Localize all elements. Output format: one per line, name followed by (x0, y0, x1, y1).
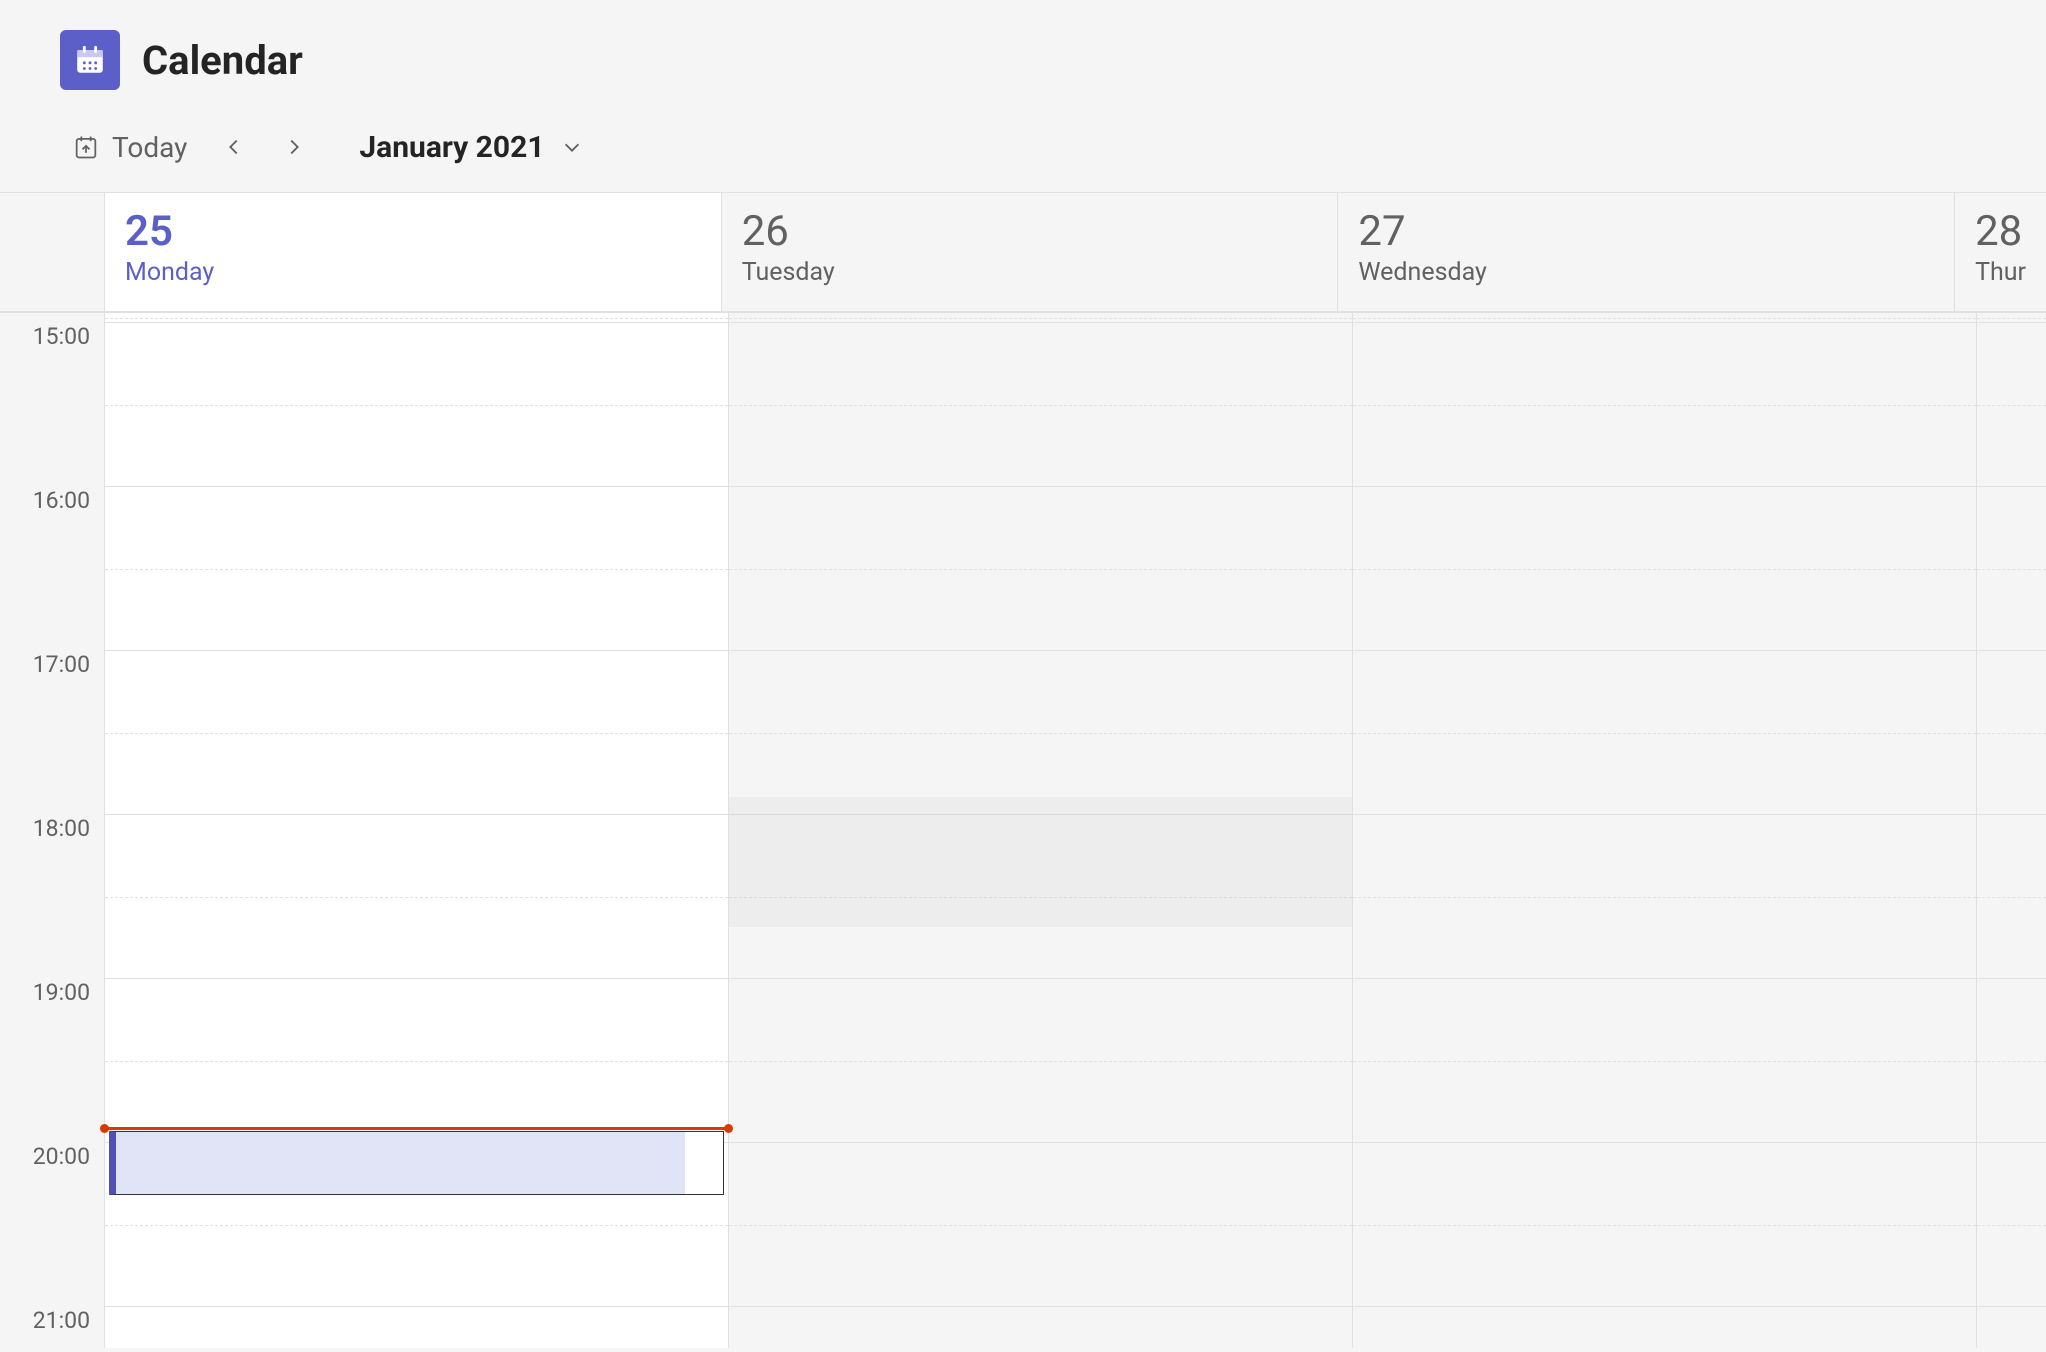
chevron-down-icon (561, 136, 583, 158)
day-number: 27 (1358, 207, 1934, 256)
hour-cell[interactable] (1353, 1143, 1976, 1307)
day-name: Thur (1975, 258, 2026, 287)
hour-cell[interactable] (105, 323, 728, 487)
hour-cell[interactable] (729, 313, 1352, 323)
app-title: Calendar (142, 37, 303, 84)
day-column-wednesday[interactable] (1352, 313, 1976, 1348)
hour-cell[interactable] (729, 1143, 1352, 1307)
event-block[interactable] (109, 1131, 724, 1195)
day-number: 28 (1975, 207, 2026, 256)
day-column-tuesday[interactable] (728, 313, 1352, 1348)
hour-cell[interactable] (1977, 487, 2046, 651)
hour-cell[interactable] (1353, 323, 1976, 487)
day-name: Wednesday (1358, 258, 1934, 287)
time-label: 20:00 (0, 1143, 104, 1307)
day-header-tuesday[interactable]: 26 Tuesday (721, 193, 1338, 311)
hour-cell[interactable] (105, 815, 728, 979)
prev-button[interactable] (209, 122, 259, 172)
hour-cell[interactable] (105, 1307, 728, 1348)
hour-cell[interactable] (1353, 313, 1976, 323)
day-name: Monday (125, 258, 701, 287)
hour-cell[interactable] (1977, 313, 2046, 323)
busy-block (729, 797, 1352, 927)
calendar-grid: 25 Monday 26 Tuesday 27 Wednesday 28 Thu… (0, 192, 2046, 1348)
hour-cell[interactable] (729, 1307, 1352, 1348)
time-gutter-header (0, 193, 104, 311)
grid-body: 15:00 16:00 17:00 18:00 19:00 20:00 21:0… (0, 313, 2046, 1348)
hour-cell[interactable] (105, 487, 728, 651)
day-number: 25 (125, 207, 701, 256)
hour-cell[interactable] (105, 979, 728, 1143)
hour-cell[interactable] (729, 487, 1352, 651)
hour-cell[interactable] (1353, 487, 1976, 651)
hour-cell[interactable] (1977, 979, 2046, 1143)
next-button[interactable] (269, 122, 319, 172)
day-header-wednesday[interactable]: 27 Wednesday (1337, 193, 1954, 311)
day-header-monday[interactable]: 25 Monday (104, 193, 721, 311)
hour-cell[interactable] (1977, 323, 2046, 487)
hour-cell[interactable] (1353, 1307, 1976, 1348)
today-icon (72, 133, 100, 161)
today-button[interactable]: Today (60, 123, 199, 172)
hour-cell[interactable] (729, 979, 1352, 1143)
hour-cell[interactable] (1977, 815, 2046, 979)
today-label: Today (112, 131, 187, 164)
calendar-app-icon (60, 30, 120, 90)
hour-cell[interactable] (105, 313, 728, 323)
time-label: 18:00 (0, 815, 104, 979)
app-header: Calendar (0, 0, 2046, 116)
hour-cell[interactable] (729, 323, 1352, 487)
hour-cell[interactable] (1353, 815, 1976, 979)
day-column-thursday[interactable] (1976, 313, 2046, 1348)
hour-cell[interactable] (1977, 1143, 2046, 1307)
time-label: 16:00 (0, 487, 104, 651)
hour-cell[interactable] (105, 651, 728, 815)
hour-cell[interactable] (1353, 651, 1976, 815)
time-label: 15:00 (0, 323, 104, 487)
time-label: 19:00 (0, 979, 104, 1143)
day-header-thursday[interactable]: 28 Thur (1954, 193, 2046, 311)
time-gutter: 15:00 16:00 17:00 18:00 19:00 20:00 21:0… (0, 313, 104, 1348)
time-label: 21:00 (0, 1307, 104, 1348)
day-name: Tuesday (742, 258, 1318, 287)
hour-cell[interactable] (729, 651, 1352, 815)
chevron-right-icon (283, 136, 305, 158)
chevron-left-icon (223, 136, 245, 158)
day-column-monday[interactable] (104, 313, 728, 1348)
hour-cell[interactable] (1977, 651, 2046, 815)
month-label: January 2021 (359, 130, 544, 165)
calendar-toolbar: Today January 2021 (0, 116, 2046, 192)
month-picker[interactable]: January 2021 (359, 130, 582, 165)
day-number: 26 (742, 207, 1318, 256)
hour-cell[interactable] (1977, 1307, 2046, 1348)
day-headers-row: 25 Monday 26 Tuesday 27 Wednesday 28 Thu… (0, 193, 2046, 313)
time-label: 17:00 (0, 651, 104, 815)
hour-cell[interactable] (1353, 979, 1976, 1143)
